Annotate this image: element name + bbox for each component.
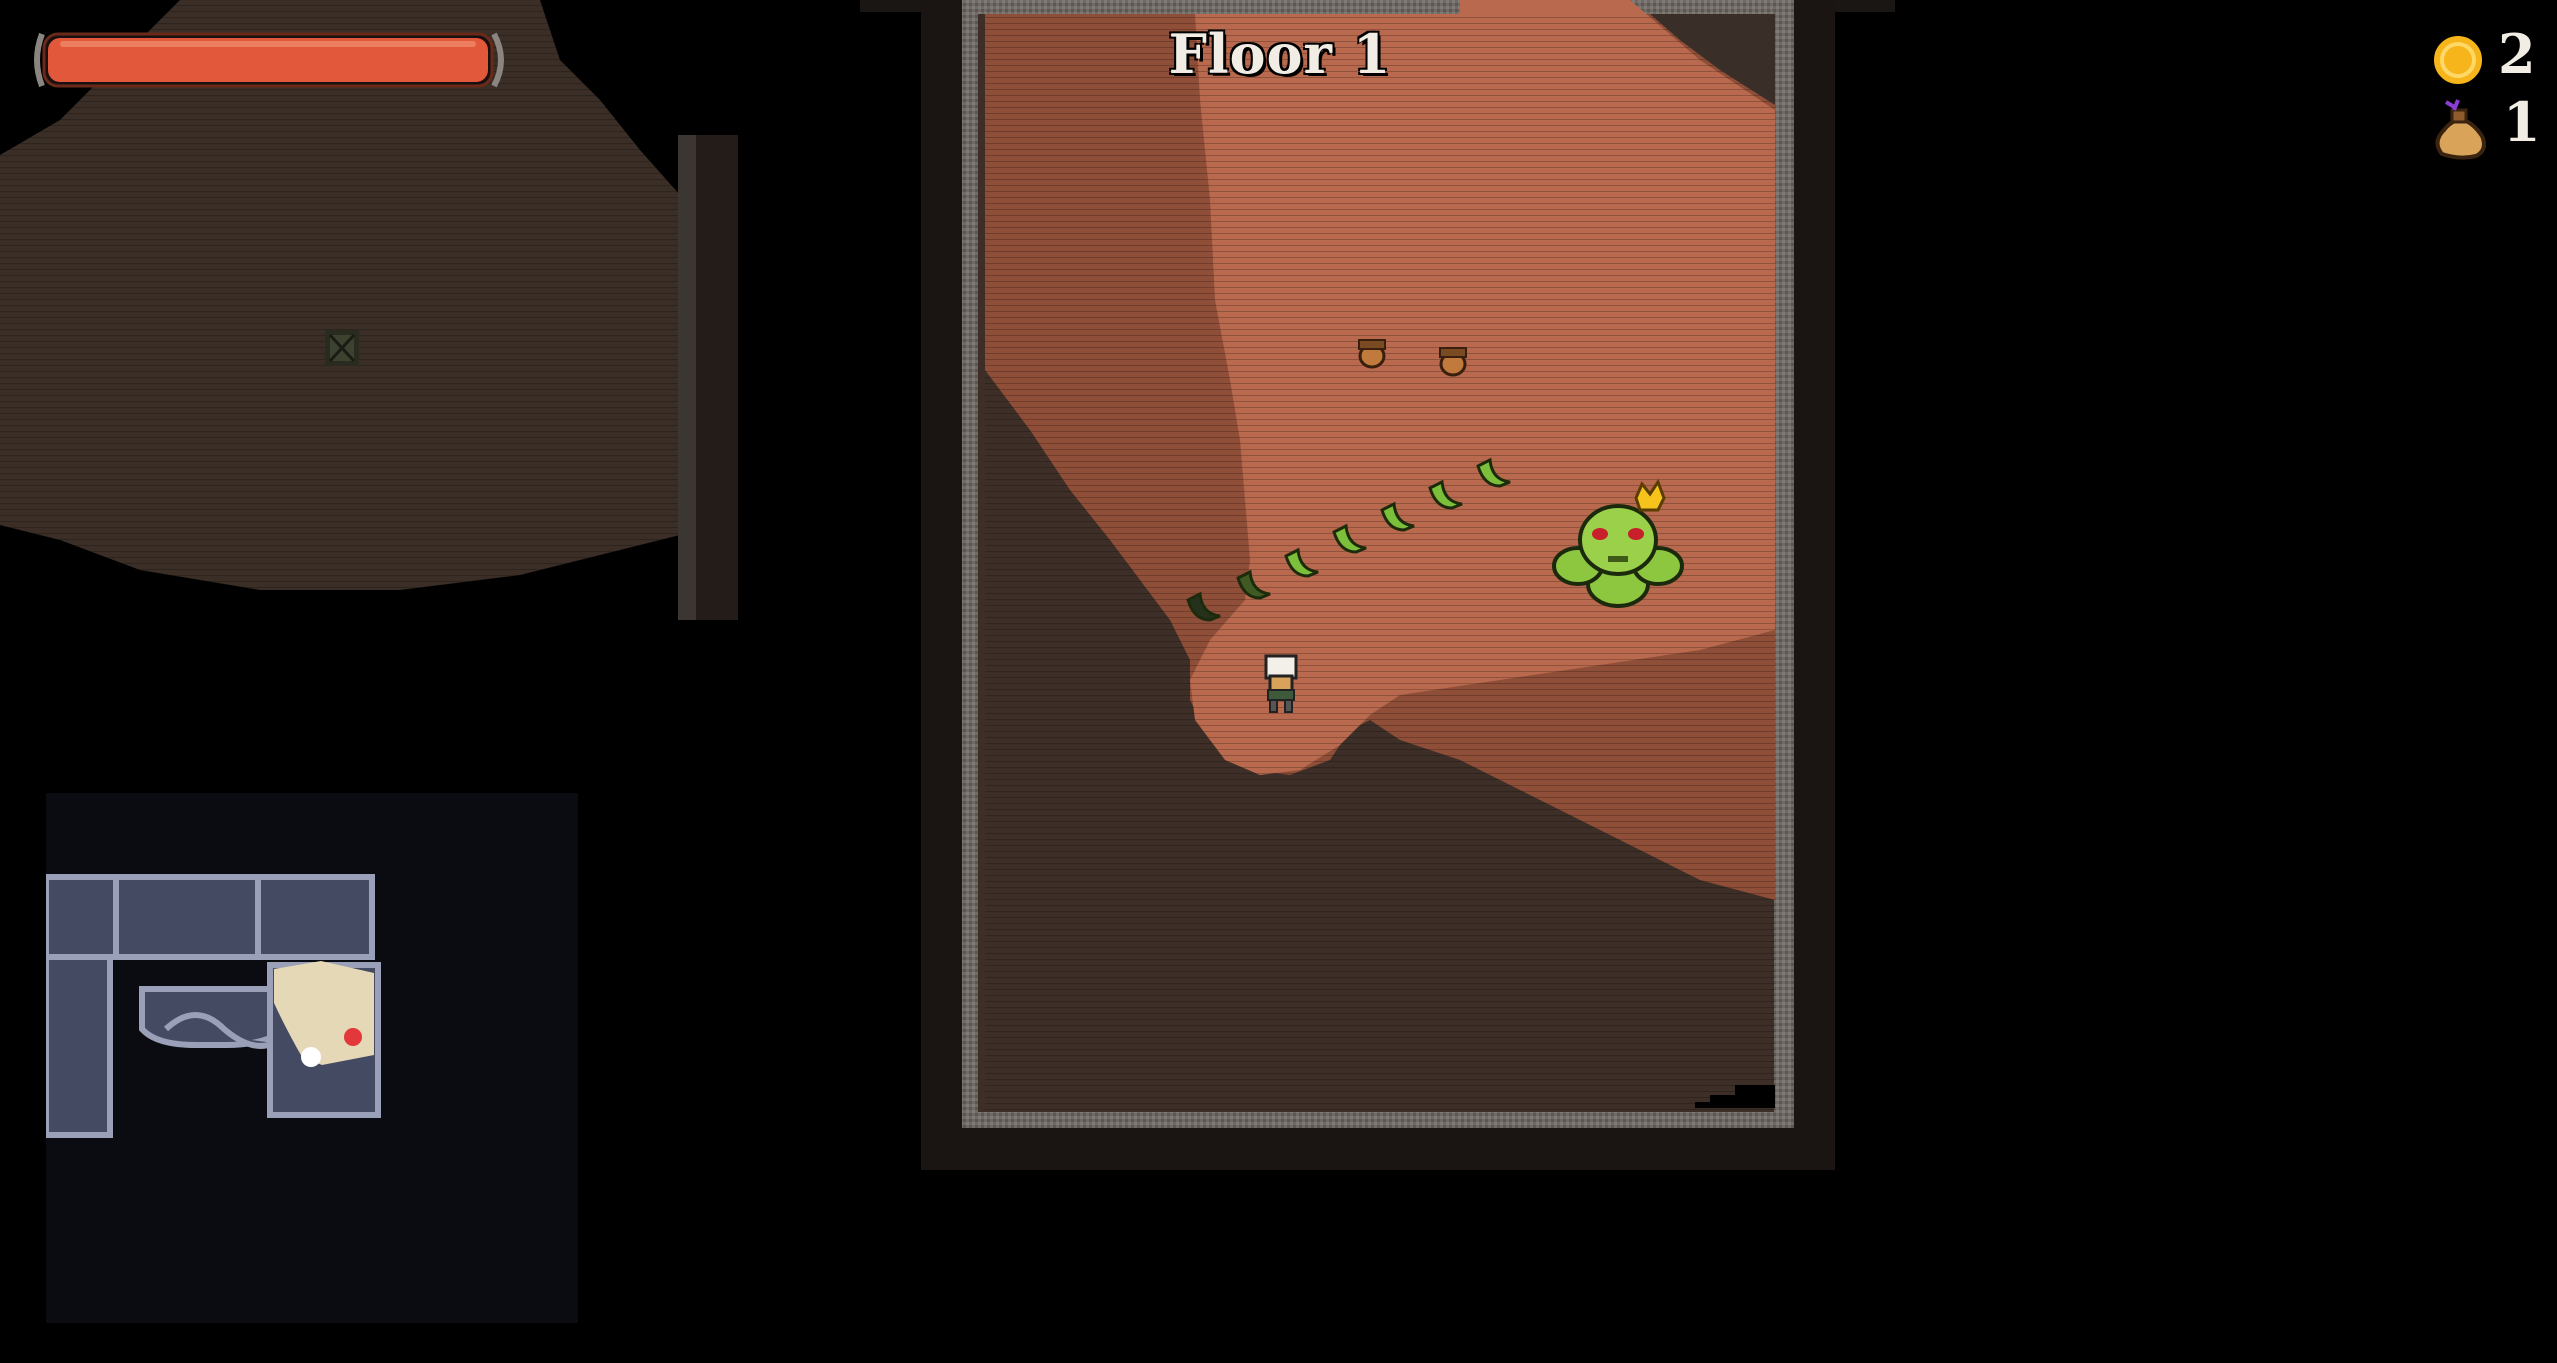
health-bar	[34, 32, 504, 88]
minimap-enemy-marker	[344, 1028, 362, 1046]
potion-count: 1	[2503, 90, 2541, 154]
floor-label: Floor 1	[1168, 22, 1392, 86]
coin-count: 2	[2498, 22, 2536, 86]
minimap-rooms	[43, 874, 381, 1138]
minimap-player-marker	[301, 1047, 321, 1067]
minimap	[43, 793, 578, 1323]
gold-coin-icon	[2430, 32, 2486, 88]
potion-sack-icon	[2435, 99, 2486, 160]
crate-object	[325, 330, 359, 366]
left-room	[0, 0, 738, 620]
acorn-pickup	[1439, 347, 1467, 377]
acorn-pickup	[1358, 339, 1386, 369]
